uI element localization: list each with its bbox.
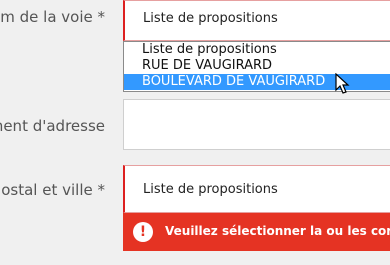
street-select[interactable]: Liste de propositions <box>123 0 390 41</box>
postal-city-select[interactable]: Liste de propositions <box>123 165 390 213</box>
postal-city-select-value: Liste de propositions <box>143 182 278 197</box>
complement-label: ment d'adresse <box>0 117 105 135</box>
street-select-value: Liste de propositions <box>143 11 278 26</box>
complement-input[interactable] <box>123 99 390 150</box>
dropdown-option[interactable]: RUE DE VAUGIRARD <box>124 58 390 74</box>
error-message: Veuillez sélectionner la ou les corre <box>165 224 390 238</box>
dropdown-option[interactable]: Liste de propositions <box>124 42 390 58</box>
postal-label: ostal et ville * <box>1 181 105 199</box>
exclamation-circle-icon: ! <box>133 222 153 242</box>
mouse-cursor-icon <box>335 73 350 94</box>
street-label: m de la voie * <box>0 8 105 26</box>
error-banner: ! Veuillez sélectionner la ou les corre <box>123 213 390 251</box>
